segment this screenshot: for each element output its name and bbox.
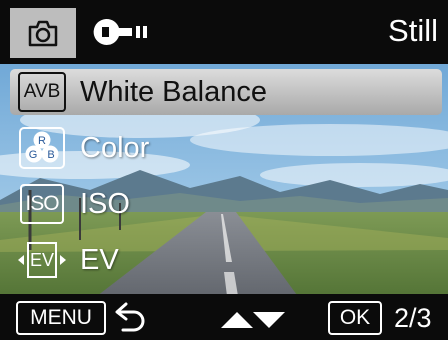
wrench-icon [93, 18, 147, 45]
rgb-letter-b: B [47, 149, 54, 161]
camera-icon [28, 20, 58, 47]
menu-item-label: EV [80, 244, 119, 276]
menu-button[interactable]: MENU [16, 301, 106, 335]
white-balance-icon-text: AVB [18, 72, 66, 112]
ev-left-arrow-icon [18, 255, 24, 265]
page-indicator: 2/3 [394, 303, 432, 333]
top-bar: Still [0, 0, 448, 64]
menu-item-white-balance[interactable]: AVB White Balance [0, 64, 448, 120]
mode-label: Still [388, 13, 438, 48]
up-arrow-icon[interactable] [221, 312, 253, 328]
ev-icon: EV [16, 239, 66, 281]
ev-icon-text: EV [27, 242, 57, 278]
back-arrow-icon[interactable] [114, 302, 148, 332]
rgb-letter-g: G [29, 149, 38, 161]
menu-item-color[interactable]: R G B Color [0, 120, 448, 176]
tab-camera[interactable] [10, 8, 76, 58]
menu-item-iso[interactable]: ISO ISO [0, 176, 448, 232]
rgb-letter-r: R [38, 135, 46, 147]
color-rgb-icon: R G B [16, 127, 66, 169]
menu-item-label: White Balance [80, 76, 267, 108]
camera-menu-screen: Still AVB White Balance R G B Color ISO … [0, 0, 448, 340]
ev-right-arrow-icon [60, 255, 66, 265]
menu-item-label: Color [80, 132, 150, 164]
tab-setup[interactable] [92, 17, 154, 52]
bottom-bar: MENU OK 2/3 [0, 294, 448, 340]
iso-icon-text: ISO [20, 184, 64, 224]
white-balance-icon: AVB [16, 71, 66, 113]
color-icon-frame: R G B [19, 127, 65, 169]
ok-button[interactable]: OK [328, 301, 382, 335]
iso-icon: ISO [16, 183, 66, 225]
menu-item-ev[interactable]: EV EV [0, 232, 448, 288]
down-arrow-icon[interactable] [253, 312, 285, 328]
menu-item-label: ISO [80, 188, 130, 220]
rgb-circles: R G B [25, 131, 59, 163]
